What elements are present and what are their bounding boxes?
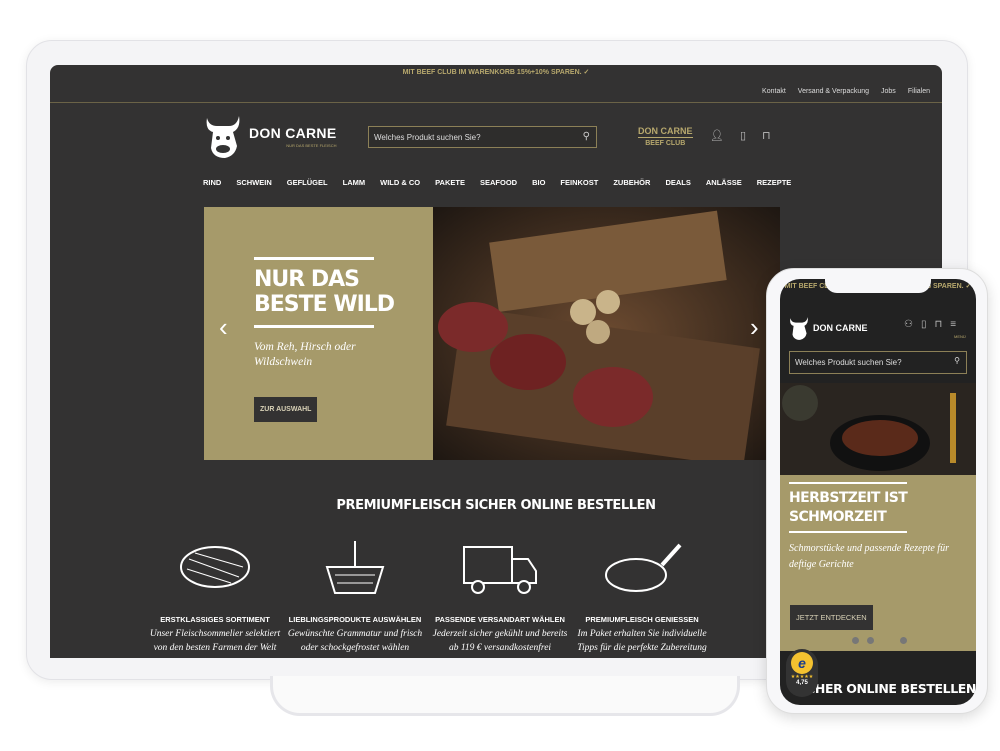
search-icon[interactable]: ⚲ xyxy=(583,131,590,142)
feature-title: PREMIUMFLEISCH GENIESSEN xyxy=(585,615,699,624)
rule xyxy=(789,531,907,533)
steak-icon xyxy=(180,546,250,588)
trusted-shops-icon: e xyxy=(791,652,813,674)
feature-text: Jederzeit sicher gekühlt und bereits ab … xyxy=(432,629,568,653)
next-arrow-icon[interactable]: › xyxy=(750,312,759,343)
link-filialen[interactable]: Filialen xyxy=(908,88,930,95)
nav-item-anlässe[interactable]: ANLÄSSE xyxy=(706,178,742,187)
rule xyxy=(254,325,374,328)
beef-club-line1: DON CARNE xyxy=(638,126,693,136)
mobile-hero-subtitle: Schmorstücke und passende Rezepte für de… xyxy=(789,543,949,570)
hero-slider: NUR DAS BESTE WILD Vom Reh, Hirsch oder W… xyxy=(204,207,780,460)
hero-image xyxy=(433,207,780,460)
bull-icon xyxy=(206,116,240,158)
search-placeholder: Welches Produkt suchen Sie? xyxy=(374,133,481,142)
search-icon[interactable]: ⚲ xyxy=(954,356,960,365)
pan-icon xyxy=(605,543,682,592)
feature-title: LIEBLINGSPRODUKTE AUSWÄHLEN xyxy=(288,615,422,624)
feature-4: PREMIUMFLEISCH GENIESSEN Im Paket erhalte… xyxy=(572,535,712,655)
cart-icon[interactable]: ⊓ xyxy=(762,129,771,142)
nav-item-seafood[interactable]: SEAFOOD xyxy=(480,178,517,187)
nav-item-lamm[interactable]: LAMM xyxy=(343,178,366,187)
dot[interactable] xyxy=(852,637,859,644)
nav-item-zubehör[interactable]: ZUBEHÖR xyxy=(613,178,650,187)
phone-frame: MIT BEEF CLUB IM WARENKORB 15%+10% SPARE… xyxy=(766,268,988,714)
feature-title: ERSTKLASSIGES SORTIMENT xyxy=(160,615,270,624)
feature-3: PASSENDE VERSANDART WÄHLEN Jederzeit sich… xyxy=(430,535,570,655)
nav-item-rind[interactable]: RIND xyxy=(203,178,221,187)
logo[interactable]: DON CARNE NUR DAS BESTE FLEISCH xyxy=(203,112,336,160)
cart-icon[interactable]: ⊓ xyxy=(934,319,942,330)
bookmark-icon[interactable]: ▯ xyxy=(740,129,746,142)
dot[interactable] xyxy=(900,637,907,644)
search-input[interactable]: Welches Produkt suchen Sie? ⚲ xyxy=(368,126,597,148)
nav-item-bio[interactable]: BIO xyxy=(532,178,545,187)
mobile-header-icons: ⚇ ▯ ⊓ ≡ xyxy=(904,319,956,330)
feature-2: LIEBLINGSPRODUKTE AUSWÄHLEN Gewünschte Gr… xyxy=(285,535,425,655)
user-icon[interactable]: 👤︎ xyxy=(710,129,724,142)
main-nav: RIND SCHWEIN GEFLÜGEL LAMM WILD & CO PAKETE SE… xyxy=(203,178,791,187)
hero-panel: NUR DAS BESTE WILD Vom Reh, Hirsch oder W… xyxy=(204,207,433,460)
basket-icon xyxy=(325,541,385,594)
top-links: Kontakt Versand & Verpackung Jobs Filial… xyxy=(762,88,930,95)
laptop-stand xyxy=(270,676,740,716)
nav-item-rezepte[interactable]: REZEPTE xyxy=(757,178,792,187)
bookmark-icon[interactable]: ▯ xyxy=(921,319,927,330)
logo-tagline: NUR DAS BESTE FLEISCH xyxy=(286,142,337,148)
link-versand[interactable]: Versand & Verpackung xyxy=(798,88,869,95)
divider xyxy=(50,102,942,103)
user-icon[interactable]: ⚇ xyxy=(904,319,913,330)
mobile-screen: MIT BEEF CLUB IM WARENKORB 15%+10% SPARE… xyxy=(780,279,976,705)
nav-item-wild-co[interactable]: WILD & CO xyxy=(380,178,420,187)
nav-item-feinkost[interactable]: FEINKOST xyxy=(560,178,598,187)
nav-item-geflügel[interactable]: GEFLÜGEL xyxy=(287,178,328,187)
beef-club-logo[interactable]: DON CARNE BEEF CLUB xyxy=(638,125,693,150)
trusted-shops-badge[interactable]: e ★★★★★ 4,75 xyxy=(786,649,818,697)
menu-label[interactable]: MENÜ xyxy=(954,334,966,339)
hero-title: NUR DAS BESTE WILD xyxy=(254,267,395,317)
mobile-hero-image xyxy=(780,383,976,475)
feature-1: ERSTKLASSIGES SORTIMENT Unser Fleischsomm… xyxy=(145,535,285,655)
nav-item-schwein[interactable]: SCHWEIN xyxy=(236,178,271,187)
rule xyxy=(254,257,374,260)
promo-banner[interactable]: MIT BEEF CLUB IM WARENKORB 15%+10% SPARE… xyxy=(50,68,942,76)
prev-arrow-icon[interactable]: ‹ xyxy=(219,312,228,343)
mobile-logo-text: DON CARNE xyxy=(813,323,868,333)
hero-subtitle: Vom Reh, Hirsch oder Wildschwein xyxy=(254,341,356,368)
mobile-search-input[interactable]: Welches Produkt suchen Sie? ⚲ xyxy=(789,351,967,374)
slider-dots xyxy=(852,637,907,644)
link-jobs[interactable]: Jobs xyxy=(881,88,896,95)
dot[interactable] xyxy=(867,637,874,644)
zur-auswahl-button[interactable]: ZUR AUSWAHL xyxy=(254,397,318,422)
mobile-logo[interactable]: DON CARNE xyxy=(788,315,868,341)
nav-item-pakete[interactable]: PAKETE xyxy=(435,178,465,187)
mobile-hero-panel: HERBSTZEIT IST SCHMORZEIT Schmorstücke un… xyxy=(780,475,976,651)
rating-value: 4,75 xyxy=(796,680,808,686)
feature-text: Unser Fleischsommelier selektiert von de… xyxy=(149,629,281,653)
bull-icon xyxy=(790,317,808,340)
truck-icon xyxy=(463,546,537,594)
mobile-section-title: PREMIUMFLEISCH SICHER ONLINE BESTELLEN xyxy=(798,681,976,696)
rule xyxy=(789,482,907,484)
nav-item-deals[interactable]: DEALS xyxy=(665,178,690,187)
phone-notch xyxy=(825,279,931,293)
beef-club-line2: BEEF CLUB xyxy=(638,137,693,150)
logo-text: DON CARNE xyxy=(249,124,337,141)
feature-title: PASSENDE VERSANDART WÄHLEN xyxy=(435,615,565,624)
feature-text: Gewünschte Grammatur und frisch oder sch… xyxy=(287,629,423,653)
jetzt-entdecken-button[interactable]: JETZT ENTDECKEN xyxy=(790,605,873,630)
header-icons: 👤︎ ▯ ⊓ xyxy=(710,129,771,142)
link-kontakt[interactable]: Kontakt xyxy=(762,88,786,95)
feature-text: Im Paket erhalten Sie individuelle Tipps… xyxy=(577,629,707,653)
menu-icon[interactable]: ≡ xyxy=(950,319,956,330)
mobile-hero-title: HERBSTZEIT IST SCHMORZEIT xyxy=(789,490,908,525)
